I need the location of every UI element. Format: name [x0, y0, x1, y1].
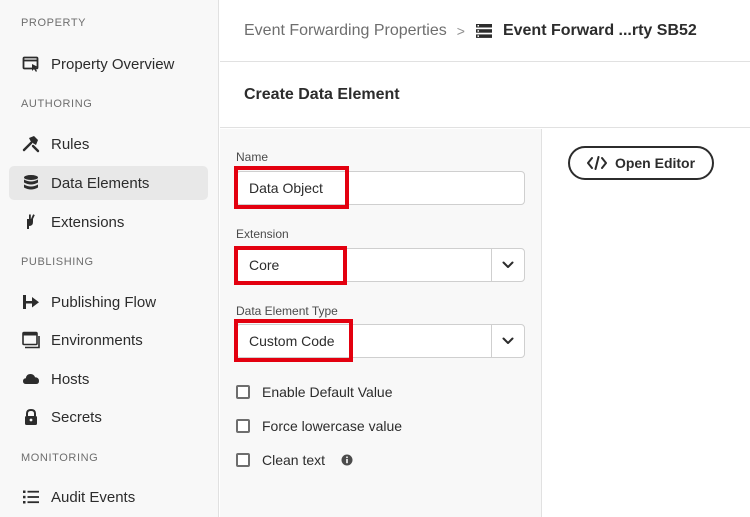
section-label-property: PROPERTY [21, 17, 87, 29]
sidebar-item-label: Environments [51, 331, 143, 349]
open-editor-label: Open Editor [614, 155, 696, 171]
checkbox-label: Force lowercase value [262, 418, 403, 434]
lock-icon [22, 408, 40, 426]
sidebar-item-label: Property Overview [51, 55, 175, 73]
checkbox-label: Clean text [262, 452, 326, 468]
info-icon[interactable] [341, 454, 353, 466]
sidebar-item-label: Extensions [51, 213, 125, 231]
name-input-value: Data Object [249, 180, 323, 196]
sidebar-item-label: Data Elements [51, 174, 150, 192]
clean-text-checkbox[interactable]: Clean text [236, 452, 353, 468]
breadcrumb-current: Event Forward ...rty SB52 [502, 21, 697, 39]
type-picker-toggle[interactable] [491, 325, 524, 357]
checkbox-box[interactable] [236, 385, 250, 399]
sidebar-item-extensions[interactable]: Extensions [9, 205, 208, 239]
sidebar: PROPERTY Property Overview AUTHORING Rul… [0, 0, 219, 517]
chevron-down-icon [502, 337, 514, 344]
breadcrumb-separator: > [456, 22, 465, 39]
section-label-authoring: AUTHORING [21, 98, 93, 110]
page-header: Create Data Element [220, 63, 750, 128]
sidebar-item-property-overview[interactable]: Property Overview [9, 47, 208, 81]
force-lowercase-checkbox[interactable]: Force lowercase value [236, 418, 402, 434]
server-icon [475, 23, 493, 39]
form-panel: Name Data Object Extension Core Data Ele… [220, 129, 542, 517]
extension-picker[interactable]: Core [236, 248, 525, 282]
sidebar-item-publishing-flow[interactable]: Publishing Flow [9, 285, 208, 319]
code-icon [586, 156, 607, 170]
sidebar-item-audit-events[interactable]: Audit Events [9, 480, 208, 514]
checkbox-label: Enable Default Value [262, 384, 393, 400]
page-title: Create Data Element [244, 86, 400, 103]
rules-icon [22, 135, 40, 153]
sidebar-item-data-elements[interactable]: Data Elements [9, 166, 208, 200]
checkbox-box[interactable] [236, 453, 250, 467]
sidebar-item-rules[interactable]: Rules [9, 127, 208, 161]
sidebar-item-label: Rules [51, 135, 90, 153]
name-input[interactable]: Data Object [236, 171, 525, 205]
breadcrumb-parent-link[interactable]: Event Forwarding Properties [244, 22, 447, 40]
chevron-down-icon [502, 261, 514, 268]
type-label: Data Element Type [236, 304, 338, 318]
extension-picker-toggle[interactable] [491, 249, 524, 281]
sidebar-item-environments[interactable]: Environments [9, 323, 208, 357]
environments-icon [22, 331, 40, 349]
sidebar-item-secrets[interactable]: Secrets [9, 400, 208, 434]
section-label-publishing: PUBLISHING [21, 256, 94, 268]
enable-default-value-checkbox[interactable]: Enable Default Value [236, 384, 393, 400]
sidebar-item-label: Secrets [51, 408, 102, 426]
open-editor-button[interactable]: Open Editor [568, 146, 714, 180]
breadcrumb: Event Forwarding Properties > Event Forw… [220, 0, 750, 62]
property-overview-icon [22, 55, 40, 73]
checkbox-box[interactable] [236, 419, 250, 433]
database-icon [22, 174, 40, 192]
cloud-icon [22, 370, 40, 388]
extension-label: Extension [236, 227, 289, 241]
name-label: Name [236, 150, 269, 164]
type-picker-value: Custom Code [249, 333, 335, 349]
sidebar-item-label: Audit Events [51, 488, 136, 506]
section-label-monitoring: MONITORING [21, 452, 99, 464]
data-element-type-picker[interactable]: Custom Code [236, 324, 525, 358]
plug-icon [22, 213, 40, 231]
publishing-flow-icon [22, 293, 40, 311]
extension-picker-value: Core [249, 257, 280, 273]
sidebar-item-hosts[interactable]: Hosts [9, 362, 208, 396]
sidebar-item-label: Publishing Flow [51, 293, 157, 311]
list-icon [22, 488, 40, 506]
sidebar-item-label: Hosts [51, 370, 90, 388]
